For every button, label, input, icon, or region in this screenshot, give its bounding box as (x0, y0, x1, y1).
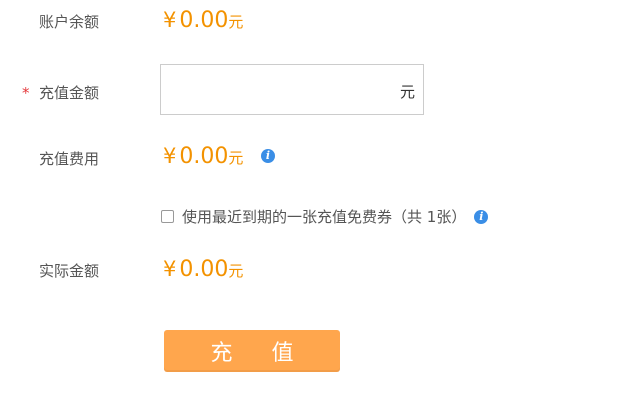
fee-amount: 0.00 (179, 144, 229, 169)
recharge-form: 账户余额 ¥0.00元 * 充值金额 元 充值费用 ¥0.00元 i 使用最近到… (0, 0, 628, 409)
fee-unit: 元 (228, 149, 244, 167)
recharge-button[interactable]: 充 值 (164, 330, 340, 372)
actual-amount-label: 实际金额 (39, 262, 100, 280)
fee-value: ¥0.00元 (163, 144, 243, 169)
info-icon[interactable]: i (474, 209, 489, 224)
actual-amount-value: ¥0.00元 (163, 257, 243, 282)
fee-label: 充值费用 (39, 150, 100, 168)
currency-symbol: ¥ (163, 8, 177, 32)
required-mark: * (22, 84, 30, 102)
coupon-checkbox[interactable] (161, 210, 174, 223)
coupon-option[interactable]: 使用最近到期的一张充值免费券（共 1张） i (161, 206, 489, 227)
recharge-amount-input[interactable] (167, 65, 391, 116)
recharge-amount-field: 元 (160, 64, 424, 116)
balance-value: ¥0.00元 (163, 8, 243, 33)
balance-unit: 元 (228, 13, 244, 31)
info-icon[interactable]: i (261, 149, 275, 163)
coupon-label: 使用最近到期的一张充值免费券（共 1张） (182, 208, 467, 226)
recharge-amount-unit: 元 (399, 83, 415, 101)
currency-symbol: ¥ (163, 144, 177, 168)
actual-amount-unit: 元 (228, 262, 244, 280)
actual-amount: 0.00 (179, 257, 229, 282)
recharge-amount-label: 充值金额 (39, 84, 100, 102)
currency-symbol: ¥ (163, 257, 177, 281)
balance-label: 账户余额 (39, 13, 100, 31)
balance-amount: 0.00 (179, 8, 229, 33)
